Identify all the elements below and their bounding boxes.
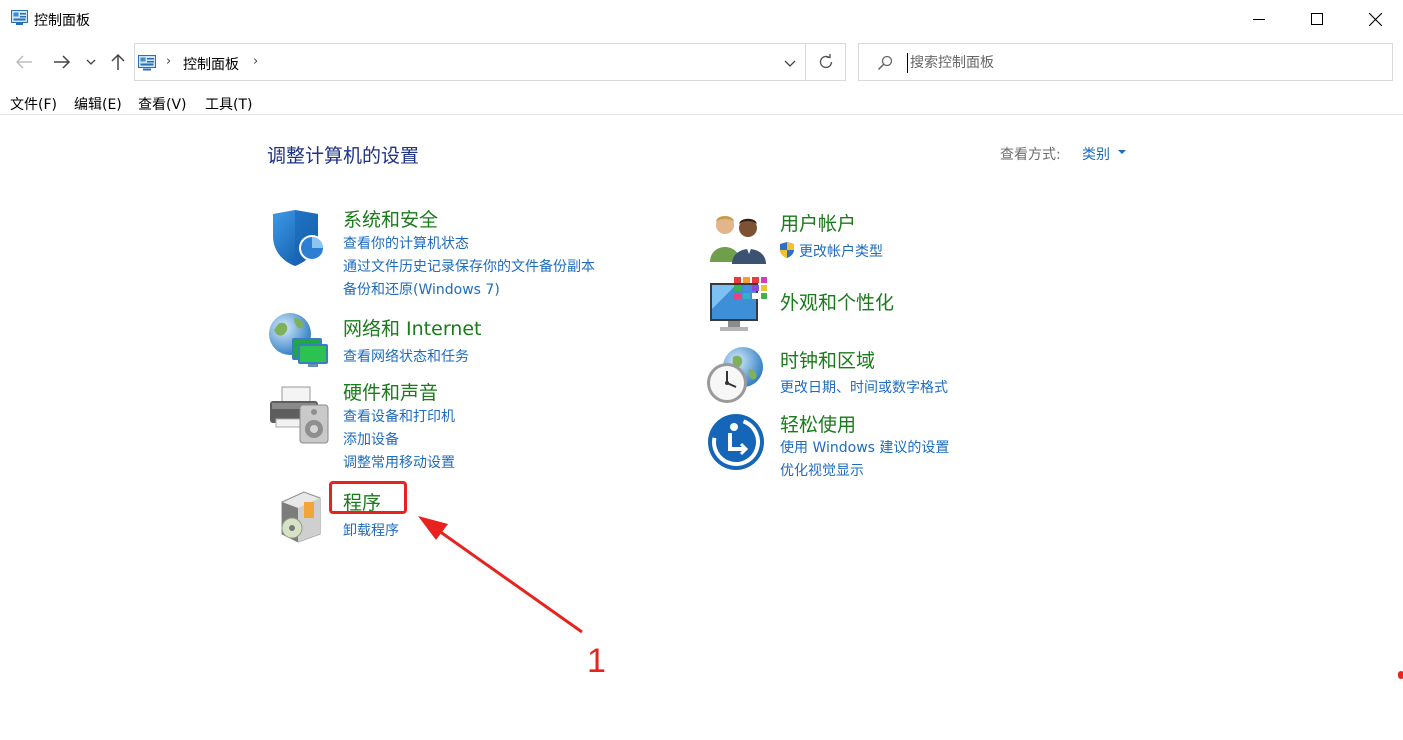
category-ease-of-access[interactable]: 轻松使用	[780, 410, 856, 437]
chevron-down-icon	[784, 60, 796, 67]
link-windows-recommended-settings[interactable]: 使用 Windows 建议的设置	[780, 437, 949, 457]
category-network-internet[interactable]: 网络和 Internet	[343, 314, 481, 341]
breadcrumb-separator-icon[interactable]: ›	[166, 54, 171, 69]
address-dropdown-button[interactable]	[779, 52, 801, 74]
category-hardware-sound[interactable]: 硬件和声音	[343, 378, 438, 405]
view-by-dropdown[interactable]: 类别	[1082, 144, 1110, 164]
page-title: 调整计算机的设置	[267, 145, 420, 167]
link-change-date-time-format[interactable]: 更改日期、时间或数字格式	[780, 377, 948, 397]
menu-view[interactable]: 查看(V)	[138, 94, 187, 114]
address-bar[interactable]: › 控制面板 ›	[134, 43, 806, 81]
refresh-button[interactable]	[806, 43, 846, 81]
category-system-security[interactable]: 系统和安全	[343, 205, 438, 232]
annotation-number: 1	[587, 642, 606, 680]
category-clock-region[interactable]: 时钟和区域	[780, 346, 875, 373]
back-button[interactable]	[12, 50, 36, 74]
refresh-icon	[819, 54, 832, 69]
minimize-button[interactable]	[1230, 0, 1288, 38]
menu-edit[interactable]: 编辑(E)	[74, 94, 122, 114]
uac-shield-icon	[780, 242, 794, 258]
category-user-accounts[interactable]: 用户帐户	[780, 209, 856, 236]
search-input[interactable]	[907, 53, 1377, 73]
menu-file[interactable]: 文件(F)	[10, 94, 57, 114]
maximize-icon	[1311, 13, 1323, 25]
shield-icon[interactable]	[268, 208, 328, 268]
programs-icon[interactable]	[274, 488, 324, 544]
up-button[interactable]	[106, 50, 130, 74]
appearance-monitor-icon[interactable]	[708, 275, 768, 335]
recent-locations-button[interactable]	[82, 50, 100, 74]
link-file-history-backup[interactable]: 通过文件历史记录保存你的文件备份副本	[343, 256, 595, 276]
clock-globe-icon[interactable]	[705, 345, 767, 405]
control-panel-icon	[11, 10, 28, 25]
up-arrow-icon	[111, 53, 125, 70]
link-optimize-visual-display[interactable]: 优化视觉显示	[780, 460, 864, 480]
chevron-down-icon	[86, 59, 96, 65]
ease-of-access-icon[interactable]	[707, 413, 765, 471]
minimize-icon	[1253, 19, 1265, 20]
link-view-network-status[interactable]: 查看网络状态和任务	[343, 346, 469, 366]
link-change-account-type[interactable]: 更改帐户类型	[799, 241, 883, 261]
menu-bar: 文件(F) 编辑(E) 查看(V) 工具(T)	[0, 90, 1403, 115]
link-uninstall-program[interactable]: 卸载程序	[343, 520, 399, 540]
maximize-button[interactable]	[1288, 0, 1346, 38]
breadcrumb-separator-icon[interactable]: ›	[253, 54, 258, 69]
link-mobility-settings[interactable]: 调整常用移动设置	[343, 452, 455, 472]
control-panel-icon	[138, 55, 156, 71]
forward-arrow-icon	[54, 55, 71, 69]
close-button[interactable]	[1346, 0, 1403, 38]
category-appearance[interactable]: 外观和个性化	[780, 288, 894, 315]
printer-speaker-icon[interactable]	[268, 385, 330, 445]
user-accounts-icon[interactable]	[708, 212, 768, 264]
forward-button[interactable]	[50, 50, 74, 74]
back-arrow-icon	[15, 55, 32, 69]
annotation-highlight-box	[329, 481, 407, 514]
search-box[interactable]	[858, 43, 1393, 81]
navigation-bar: › 控制面板 ›	[0, 42, 1403, 82]
control-panel-window: 控制面板 › 控制面板 › 搜索控制面板 文件(F) 编辑(E) 查看(V) 工…	[0, 0, 1403, 740]
title-bar: 控制面板	[0, 0, 1403, 38]
network-globe-icon[interactable]	[268, 310, 330, 370]
annotation-mark	[1398, 671, 1403, 679]
link-backup-restore[interactable]: 备份和还原(Windows 7)	[343, 279, 500, 299]
window-title: 控制面板	[34, 13, 90, 29]
link-view-computer-status[interactable]: 查看你的计算机状态	[343, 233, 469, 253]
annotation-arrow-icon	[418, 516, 583, 634]
menu-tools[interactable]: 工具(T)	[205, 94, 252, 114]
chevron-down-icon[interactable]	[1118, 150, 1126, 154]
link-view-devices-printers[interactable]: 查看设备和打印机	[343, 406, 455, 426]
search-icon	[877, 55, 893, 71]
link-add-device[interactable]: 添加设备	[343, 429, 399, 449]
view-by-label: 查看方式:	[1000, 147, 1061, 163]
breadcrumb-control-panel[interactable]: 控制面板	[183, 54, 239, 74]
close-icon	[1368, 12, 1382, 26]
